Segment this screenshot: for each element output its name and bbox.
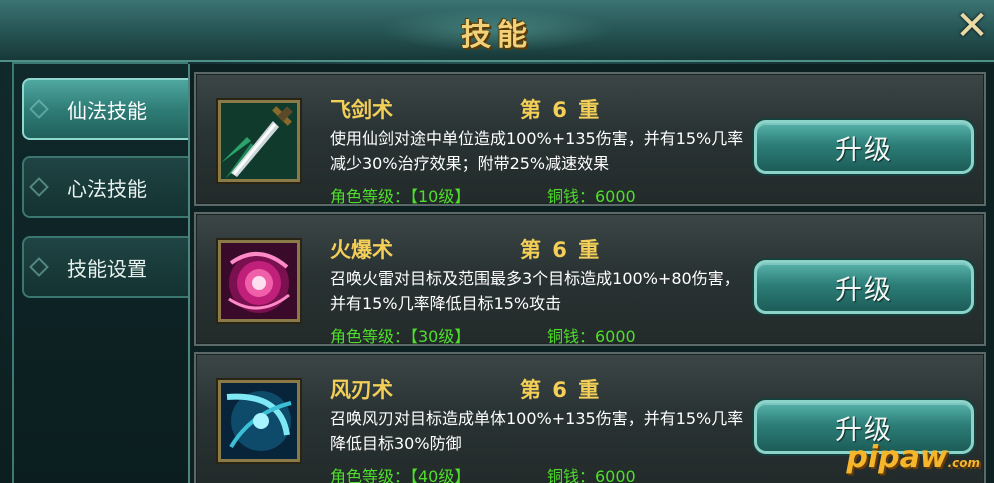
skill-description: 使用仙剑对途中单位造成100%+135伤害，并有15%几率减少30%治疗效果；附… bbox=[330, 129, 744, 173]
title-bar: 技能 ✕ bbox=[0, 0, 994, 62]
fire-burst-icon bbox=[218, 240, 300, 322]
skill-description: 召唤风刃对目标造成单体100%+135伤害，并有15%几率降低目标30%防御 bbox=[330, 409, 744, 453]
required-level: 角色等级：【40级】 bbox=[330, 467, 471, 483]
watermark-suffix: .com bbox=[947, 456, 980, 470]
upgrade-button[interactable]: 升级 bbox=[754, 260, 974, 314]
tab-skill-settings[interactable]: 技能设置 bbox=[22, 236, 190, 298]
flying-sword-icon bbox=[218, 100, 300, 182]
required-level: 角色等级：【30级】 bbox=[330, 327, 471, 346]
tab-label: 心法技能 bbox=[67, 176, 147, 201]
watermark-text: pipaw bbox=[846, 440, 948, 475]
tab-label: 技能设置 bbox=[67, 256, 147, 281]
skill-card: 飞剑术 第 6 重 使用仙剑对途中单位造成100%+135伤害，并有15%几率减… bbox=[194, 72, 986, 206]
site-watermark: pipaw.com bbox=[846, 440, 980, 475]
diamond-ornament-icon bbox=[29, 99, 49, 119]
skill-level: 第 6 重 bbox=[520, 238, 602, 262]
diamond-ornament-icon bbox=[29, 177, 49, 197]
tab-mind-skills[interactable]: 心法技能 bbox=[22, 156, 190, 218]
skill-level: 第 6 重 bbox=[520, 378, 602, 402]
copper-cost: 铜钱：6000 bbox=[547, 327, 636, 346]
skill-level: 第 6 重 bbox=[520, 98, 602, 122]
upgrade-button[interactable]: 升级 bbox=[754, 120, 974, 174]
skill-name: 火爆术 bbox=[330, 238, 393, 262]
skill-name: 飞剑术 bbox=[330, 98, 393, 122]
required-level: 角色等级：【10级】 bbox=[330, 187, 471, 206]
close-icon[interactable]: ✕ bbox=[952, 4, 992, 48]
skill-name: 风刃术 bbox=[330, 378, 393, 402]
diamond-ornament-icon bbox=[29, 257, 49, 277]
copper-cost: 铜钱：6000 bbox=[547, 187, 636, 206]
skill-card: 火爆术 第 6 重 召唤火雷对目标及范围最多3个目标造成100%+80伤害，并有… bbox=[194, 212, 986, 346]
tab-label: 仙法技能 bbox=[67, 98, 147, 123]
window-title: 技能 bbox=[461, 18, 533, 53]
wind-blade-icon bbox=[218, 380, 300, 462]
tab-immortal-skills[interactable]: 仙法技能 bbox=[22, 78, 190, 140]
skill-description: 召唤火雷对目标及范围最多3个目标造成100%+80伤害，并有15%几率降低目标1… bbox=[330, 269, 740, 313]
copper-cost: 铜钱：6000 bbox=[547, 467, 636, 483]
